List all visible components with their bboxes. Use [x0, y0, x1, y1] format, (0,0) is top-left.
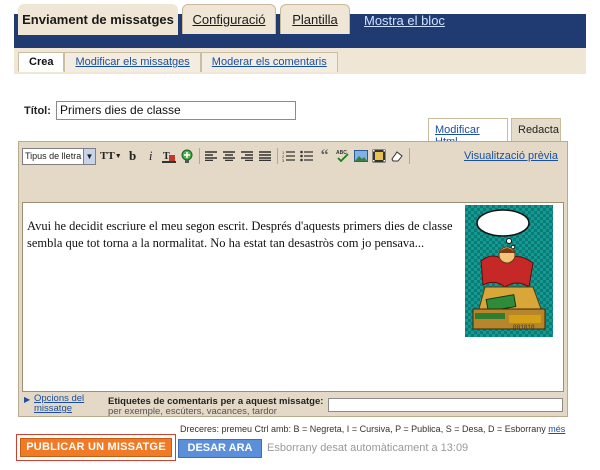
save-now-button[interactable]: DESAR ARA — [178, 439, 262, 458]
toolbar-divider — [276, 148, 278, 164]
tab-compose[interactable]: Redacta — [511, 118, 561, 142]
post-options-link[interactable]: Opcions del missatge — [24, 394, 104, 414]
svg-text:ABC: ABC — [336, 150, 347, 156]
bold-button[interactable]: b — [126, 147, 140, 165]
editor-toolbar: Tipus de lletra ▼ TT ▼ b i T 1 2 3 “ ABC… — [22, 145, 564, 167]
post-options-row: ▶ Opcions del missatge Etiquetes de come… — [22, 394, 564, 417]
subtab-create[interactable]: Crea — [18, 52, 65, 72]
subtab-edit-posts[interactable]: Modificar els missatges — [64, 52, 201, 72]
blogger-post-editor: Enviament de missatges Configuració Plan… — [0, 0, 600, 470]
insert-video-icon[interactable] — [372, 147, 386, 165]
image-code-text: 001010 — [513, 324, 535, 331]
preview-link[interactable]: Visualització prèvia — [464, 150, 558, 162]
font-family-select-label: Tipus de lletra — [25, 151, 82, 161]
post-body-text[interactable]: Avui he decidit escriure el meu segon es… — [27, 218, 459, 251]
font-size-icon[interactable]: TT ▼ — [100, 147, 122, 165]
align-right-icon[interactable] — [240, 147, 254, 165]
subtabs: Crea Modificar els missatges Moderar els… — [18, 52, 338, 72]
justify-icon[interactable] — [258, 147, 272, 165]
link-icon[interactable] — [180, 147, 194, 165]
spellcheck-icon[interactable]: ABC — [336, 147, 350, 165]
autosave-status: Esborrany desat automàticament a 13:09 — [267, 442, 469, 454]
publish-highlight: PUBLICAR UN MISSATGE — [16, 434, 176, 461]
shortcuts-text: Dreceres: premeu Ctrl amb: B = Negreta, … — [180, 424, 546, 434]
tab-posting[interactable]: Enviament de missatges — [18, 4, 178, 35]
subtab-moderate-comments[interactable]: Moderar els comentaris — [200, 52, 338, 72]
align-center-icon[interactable] — [222, 147, 236, 165]
title-label: Títol: — [24, 105, 51, 117]
svg-text:3: 3 — [282, 158, 285, 162]
italic-button[interactable]: i — [144, 147, 158, 165]
eraser-icon[interactable] — [390, 147, 404, 165]
post-editor: Tipus de lletra ▼ TT ▼ b i T 1 2 3 “ ABC… — [18, 141, 568, 417]
post-body-editor[interactable]: Avui he decidit escriure el meu segon es… — [22, 202, 564, 392]
title-input[interactable]: Primers dies de classe — [56, 101, 296, 120]
more-shortcuts-link[interactable]: més — [548, 424, 565, 434]
tab-settings[interactable]: Configuració — [182, 4, 276, 34]
post-image[interactable]: 001010 — [465, 205, 553, 337]
text-color-icon[interactable]: T — [161, 147, 176, 165]
numbered-list-icon[interactable]: 123 — [282, 147, 296, 165]
keyboard-shortcuts: Dreceres: premeu Ctrl amb: B = Negreta, … — [180, 424, 565, 434]
align-left-icon[interactable] — [204, 147, 218, 165]
toolbar-divider — [198, 148, 200, 164]
tab-edit-html[interactable]: Modificar Html — [428, 118, 508, 148]
publish-button[interactable]: PUBLICAR UN MISSATGE — [20, 438, 172, 457]
view-blog-link[interactable]: Mostra el bloc — [364, 13, 445, 28]
labels-input[interactable] — [328, 398, 563, 412]
toolbar-divider — [408, 148, 410, 164]
chevron-down-icon: ▼ — [83, 148, 95, 164]
svg-text:T: T — [163, 151, 170, 162]
bullet-list-icon[interactable] — [300, 147, 314, 165]
blockquote-icon[interactable]: “ — [318, 147, 332, 165]
font-family-select[interactable]: Tipus de lletra ▼ — [22, 147, 96, 165]
insert-image-icon[interactable] — [353, 147, 368, 165]
labels-hint: per exemple, escúters, vacances, tardor — [108, 406, 277, 417]
tab-template[interactable]: Plantilla — [280, 4, 350, 34]
